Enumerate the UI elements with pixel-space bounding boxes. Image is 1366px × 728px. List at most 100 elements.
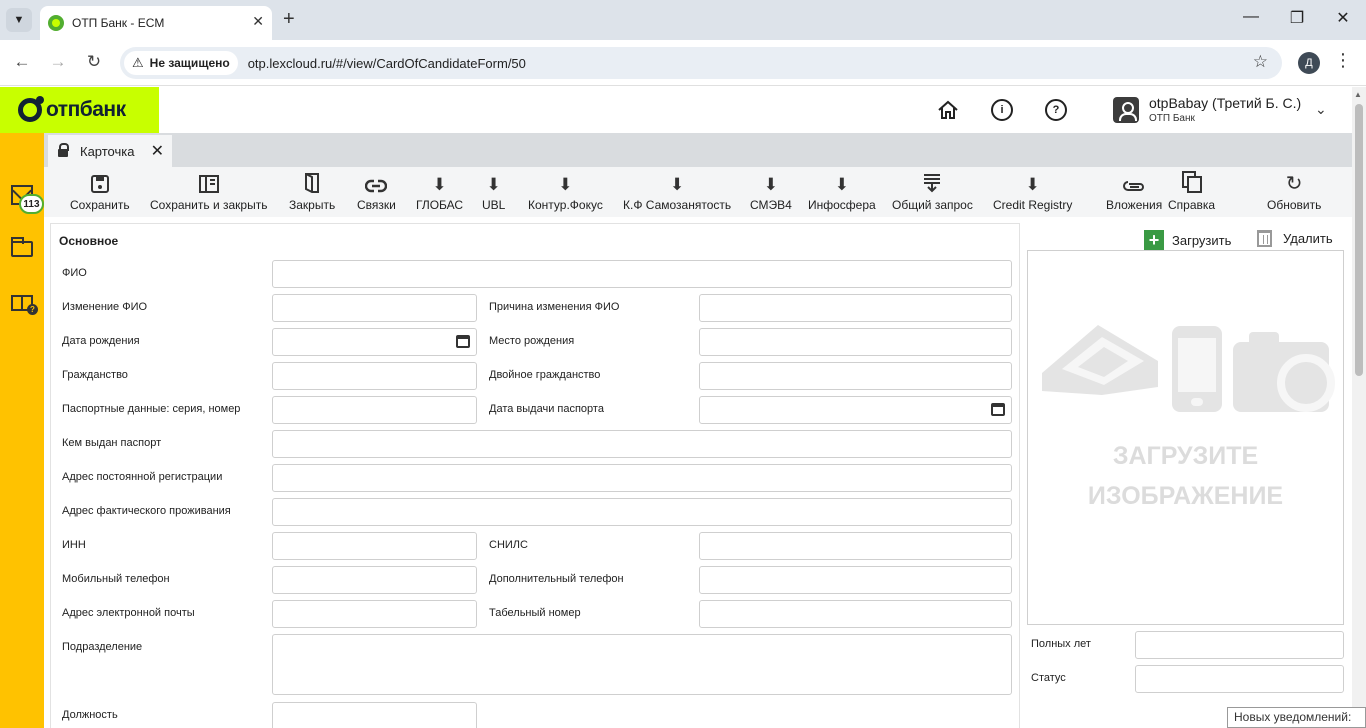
- birth-date-input[interactable]: [272, 328, 477, 356]
- attachments-label: Вложения: [1106, 198, 1163, 212]
- link-icon: [365, 167, 388, 193]
- dual-citizenship-input[interactable]: [699, 362, 1012, 390]
- upload-button[interactable]: + Загрузить: [1144, 230, 1231, 250]
- window-close-button[interactable]: ✕: [1328, 8, 1358, 28]
- department-input[interactable]: [272, 634, 1012, 695]
- tab-search-button[interactable]: ▼: [6, 8, 32, 32]
- mobile-input[interactable]: [272, 566, 477, 594]
- passport-input[interactable]: [272, 396, 477, 424]
- tab-number-label: Табельный номер: [489, 607, 581, 619]
- info-icon[interactable]: i: [991, 99, 1013, 121]
- position-input[interactable]: [272, 702, 477, 728]
- browser-tab[interactable]: ОТП Банк - ECM ✕: [40, 6, 272, 40]
- url-input[interactable]: ⚠ Не защищено otp.lexcloud.ru/#/view/Car…: [120, 47, 1282, 79]
- snils-label: СНИЛС: [489, 539, 528, 551]
- home-icon[interactable]: [937, 99, 959, 121]
- user-name[interactable]: otpBabay (Третий Б. С.): [1149, 95, 1301, 111]
- snils-input[interactable]: [699, 532, 1012, 560]
- fio-change-reason-input[interactable]: [699, 294, 1012, 322]
- bookmark-star-icon[interactable]: ☆: [1253, 52, 1268, 72]
- close-button[interactable]: Закрыть: [289, 167, 335, 217]
- kontur-button[interactable]: ⬇ Контур.Фокус: [528, 167, 603, 217]
- calendar-icon[interactable]: [991, 403, 1005, 416]
- passport-date-input[interactable]: [699, 396, 1012, 424]
- self-employed-button[interactable]: ⬇ К.Ф Самозанятость: [623, 167, 731, 217]
- fio-input[interactable]: [272, 260, 1012, 288]
- tab-card-label: Карточка: [80, 143, 135, 159]
- refresh-button[interactable]: ↻ Обновить: [1267, 167, 1321, 217]
- browser-menu-icon[interactable]: ⋮: [1334, 50, 1352, 71]
- fio-change-input[interactable]: [272, 294, 477, 322]
- tab-card[interactable]: Карточка ✕: [48, 135, 172, 167]
- general-request-label: Общий запрос: [892, 198, 973, 212]
- save-button[interactable]: Сохранить: [70, 167, 130, 217]
- actual-address-input[interactable]: [272, 498, 1012, 526]
- new-tab-button[interactable]: +: [283, 8, 295, 30]
- full-years-input[interactable]: [1135, 631, 1344, 659]
- folder-icon[interactable]: [11, 237, 33, 257]
- sidebar: 113: [0, 133, 44, 728]
- restore-button[interactable]: ❐: [1282, 8, 1312, 28]
- credit-registry-button[interactable]: ⬇ Credit Registry: [993, 167, 1072, 217]
- download-icon: ⬇: [558, 175, 573, 194]
- forward-button[interactable]: →: [46, 52, 70, 72]
- user-avatar[interactable]: [1113, 97, 1139, 123]
- reference-button[interactable]: Справка: [1168, 167, 1215, 217]
- globas-button[interactable]: ⬇ ГЛОБАС: [416, 167, 463, 217]
- birth-date-label: Дата рождения: [62, 335, 140, 347]
- links-button[interactable]: Связки: [357, 167, 396, 217]
- download-icon: ⬇: [763, 175, 779, 194]
- save-close-button[interactable]: Сохранить и закрыть: [150, 167, 267, 217]
- attachments-button[interactable]: Вложения: [1106, 167, 1162, 217]
- credit-registry-label: Credit Registry: [993, 198, 1073, 212]
- notifications-toast[interactable]: Новых уведомлений: 7: [1227, 707, 1366, 728]
- citizenship-input[interactable]: [272, 362, 477, 390]
- calendar-icon[interactable]: [456, 335, 470, 348]
- close-icon[interactable]: ✕: [151, 141, 164, 161]
- close-tab-icon[interactable]: ✕: [252, 13, 264, 30]
- general-request-button[interactable]: Общий запрос: [892, 167, 973, 217]
- help-book-icon[interactable]: [11, 295, 38, 315]
- placeholder-line-1: ЗАГРУЗИТЕ: [1112, 442, 1259, 470]
- scroll-up-icon[interactable]: ▲: [1354, 90, 1362, 99]
- minimize-button[interactable]: —: [1236, 8, 1266, 26]
- birth-place-input[interactable]: [699, 328, 1012, 356]
- list-download-icon: [922, 167, 942, 193]
- mail-count-badge: 113: [19, 194, 44, 214]
- url-text: otp.lexcloud.ru/#/view/CardOfCandidateFo…: [247, 55, 526, 71]
- download-icon: ⬇: [669, 175, 685, 194]
- camera-icon: [1233, 332, 1335, 412]
- reg-address-input[interactable]: [272, 464, 1012, 492]
- extra-phone-input[interactable]: [699, 566, 1012, 594]
- passport-issuer-label: Кем выдан паспорт: [62, 437, 162, 449]
- security-chip[interactable]: ⚠ Не защищено: [124, 51, 238, 75]
- scroll-thumb[interactable]: [1355, 104, 1363, 376]
- smev4-button[interactable]: ⬇ СМЭВ4: [750, 167, 792, 217]
- otp-favicon-icon: [48, 15, 64, 31]
- infosfera-button[interactable]: ⬇ Инфосфера: [808, 167, 876, 217]
- delete-label: Удалить: [1283, 231, 1333, 246]
- reload-button[interactable]: ↻: [82, 52, 106, 72]
- user-org: ОТП Банк: [1149, 113, 1195, 124]
- back-button[interactable]: ←: [10, 52, 34, 72]
- scanner-icon: [1040, 317, 1160, 397]
- citizenship-label: Гражданство: [62, 369, 128, 381]
- inn-input[interactable]: [272, 532, 477, 560]
- passport-issuer-input[interactable]: [272, 430, 1012, 458]
- chevron-down-icon[interactable]: ⌄: [1315, 101, 1327, 118]
- help-icon[interactable]: ?: [1045, 99, 1067, 121]
- status-input[interactable]: [1135, 665, 1344, 693]
- department-label: Подразделение: [62, 641, 143, 653]
- phone-icon: [1172, 326, 1222, 412]
- email-input[interactable]: [272, 600, 477, 628]
- ubl-button[interactable]: ⬇ UBL: [482, 167, 505, 217]
- save-close-icon: [198, 167, 219, 193]
- full-years-label: Полных лет: [1031, 638, 1091, 650]
- upload-placeholder: ЗАГРУЗИТЕ ИЗОБРАЖЕНИЕ: [1027, 436, 1344, 516]
- reference-label: Справка: [1168, 198, 1216, 212]
- tab-number-input[interactable]: [699, 600, 1012, 628]
- profile-avatar[interactable]: Д: [1298, 52, 1320, 74]
- otp-logo[interactable]: отпбанк: [0, 87, 159, 133]
- delete-button[interactable]: Удалить: [1257, 230, 1333, 247]
- extra-phone-label: Дополнительный телефон: [489, 573, 624, 585]
